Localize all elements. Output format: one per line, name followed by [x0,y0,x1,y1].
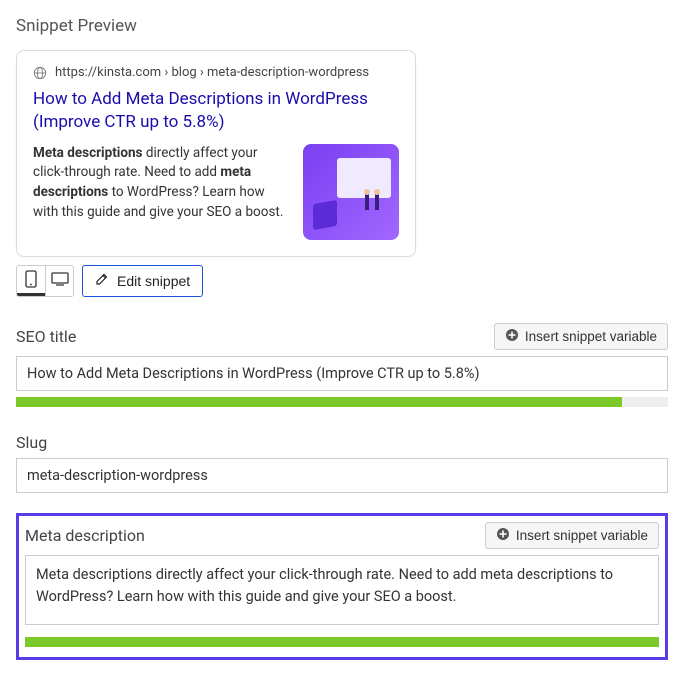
seo-title-block: SEO title Insert snippet variable [16,323,668,407]
preview-url-text: https://kinsta.com › blog › meta-descrip… [55,65,369,80]
insert-variable-label: Insert snippet variable [525,329,657,344]
slug-block: Slug [16,433,668,493]
snippet-preview-heading: Snippet Preview [16,16,668,36]
edit-snippet-label: Edit snippet [117,273,190,289]
preview-body: Meta descriptions directly affect your c… [33,144,399,240]
preview-description: Meta descriptions directly affect your c… [33,144,289,222]
globe-icon [33,66,47,80]
snippet-toolbar: Edit snippet [16,265,668,297]
mobile-icon [25,270,37,292]
snippet-preview-card: https://kinsta.com › blog › meta-descrip… [16,50,416,257]
seo-title-progress-fill [16,397,622,407]
plus-circle-icon [505,328,519,345]
insert-variable-button-title[interactable]: Insert snippet variable [494,323,668,350]
desktop-view-button[interactable] [45,266,73,296]
edit-snippet-button[interactable]: Edit snippet [82,265,203,297]
seo-title-progress [16,397,668,407]
desktop-icon [51,272,69,290]
meta-description-input[interactable] [25,555,659,625]
insert-variable-button-meta[interactable]: Insert snippet variable [485,522,659,549]
preview-url-row: https://kinsta.com › blog › meta-descrip… [33,65,399,80]
seo-title-label: SEO title [16,327,76,346]
meta-description-progress-fill [25,637,659,647]
pencil-icon [95,272,109,289]
slug-input[interactable] [16,458,668,493]
meta-description-block: Meta description Insert snippet variable [25,522,659,647]
seo-title-input[interactable] [16,356,668,391]
meta-description-progress [25,637,659,647]
preview-thumbnail [303,144,399,240]
plus-circle-icon [496,527,510,544]
insert-variable-label: Insert snippet variable [516,528,648,543]
meta-description-highlight: Meta description Insert snippet variable [16,513,668,660]
meta-description-label: Meta description [25,526,145,545]
slug-label: Slug [16,433,47,452]
preview-desc-bold-1: Meta descriptions [33,145,143,161]
device-toggle-group [16,265,74,297]
preview-title[interactable]: How to Add Meta Descriptions in WordPres… [33,88,399,134]
mobile-view-button[interactable] [17,266,45,296]
